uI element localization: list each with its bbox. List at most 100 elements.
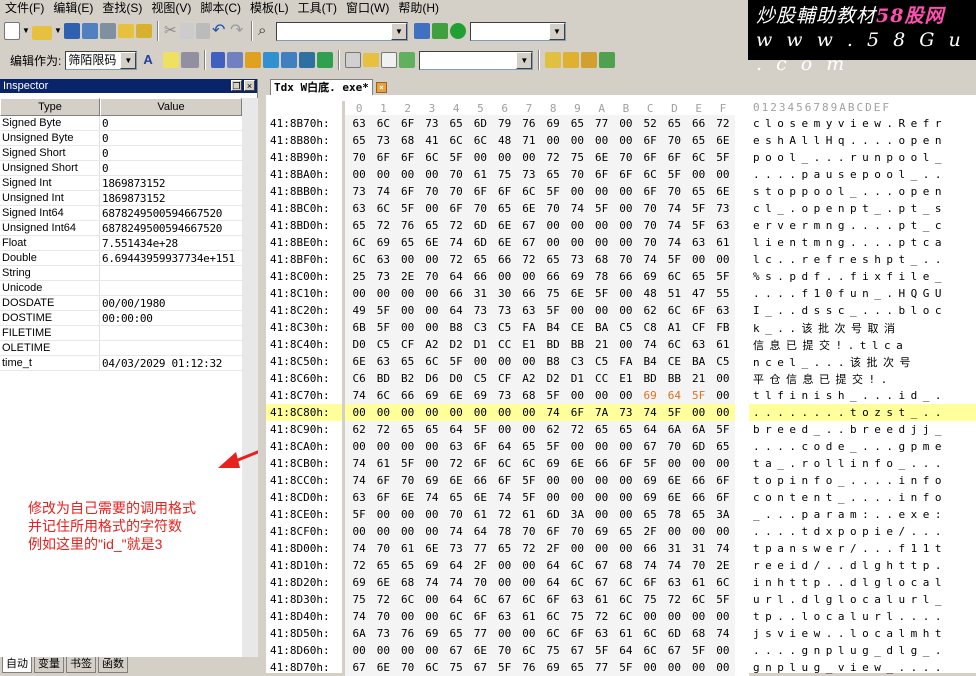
hex-byte[interactable]: 49 bbox=[347, 304, 371, 317]
hex-byte[interactable]: 48 bbox=[638, 287, 662, 300]
hex-byte[interactable]: 72 bbox=[565, 423, 589, 436]
hex-byte[interactable]: 65 bbox=[396, 423, 420, 436]
hex-byte[interactable]: 61 bbox=[517, 610, 541, 623]
hex-byte[interactable]: 65 bbox=[687, 508, 711, 521]
hex-byte[interactable]: 00 bbox=[662, 610, 686, 623]
hex-byte[interactable]: 70 bbox=[687, 559, 711, 572]
hex-byte[interactable]: 65 bbox=[662, 117, 686, 130]
hex-byte[interactable]: BD bbox=[638, 372, 662, 385]
hex-byte[interactable]: 66 bbox=[517, 287, 541, 300]
hex-byte[interactable]: 6F bbox=[371, 491, 395, 504]
hex-bytes[interactable]: 00 00 00 00 63 6F 64 65 5F 00 00 00 67 70 6D 65 bbox=[345, 438, 735, 455]
hex-byte[interactable]: 5F bbox=[711, 423, 735, 436]
hex-byte[interactable]: 5F bbox=[371, 304, 395, 317]
hex-byte[interactable]: CF bbox=[687, 321, 711, 334]
hex-byte[interactable]: 70 bbox=[420, 270, 444, 283]
hex-byte[interactable]: 00 bbox=[590, 219, 614, 232]
hex-byte[interactable]: 6E bbox=[371, 576, 395, 589]
hex-byte[interactable]: 00 bbox=[565, 474, 589, 487]
document-tab[interactable]: Tdx W白底. exe* bbox=[270, 79, 373, 95]
hex-bytes[interactable]: 74 6C 66 69 6E 69 73 68 5F 00 00 00 69 64 5F 00 bbox=[345, 387, 735, 404]
hex-byte[interactable]: C6 bbox=[347, 372, 371, 385]
hex-byte[interactable]: 75 bbox=[638, 593, 662, 606]
hex-byte[interactable]: FA bbox=[517, 321, 541, 334]
hex-byte[interactable]: 67 bbox=[590, 576, 614, 589]
hex-byte[interactable]: 72 bbox=[347, 559, 371, 572]
hex-byte[interactable]: 6E bbox=[347, 355, 371, 368]
hex-byte[interactable]: 5F bbox=[347, 508, 371, 521]
hex-byte[interactable]: 65 bbox=[420, 219, 444, 232]
hex-byte[interactable]: 67 bbox=[565, 644, 589, 657]
hex-byte[interactable]: 00 bbox=[517, 576, 541, 589]
hex-byte[interactable]: 65 bbox=[396, 559, 420, 572]
hex-byte[interactable]: 6C bbox=[517, 185, 541, 198]
hex-ascii[interactable]: tlfinish_...id_. bbox=[749, 389, 976, 402]
hex-byte[interactable]: 70 bbox=[638, 202, 662, 215]
hex-byte[interactable]: 6F bbox=[638, 134, 662, 147]
hex-ascii[interactable]: content_....info bbox=[749, 491, 976, 504]
hex-byte[interactable]: 6B bbox=[347, 321, 371, 334]
hex-ascii[interactable]: inhttp..dlglocal bbox=[749, 576, 976, 589]
hex-byte[interactable]: 2E bbox=[711, 559, 735, 572]
hex-byte[interactable]: 66 bbox=[468, 474, 492, 487]
hex-byte[interactable]: 64 bbox=[541, 576, 565, 589]
hex-byte[interactable]: 00 bbox=[396, 321, 420, 334]
hex-byte[interactable]: 6C bbox=[662, 304, 686, 317]
hex-byte[interactable]: 67 bbox=[347, 661, 371, 674]
hex-byte[interactable]: 69 bbox=[420, 627, 444, 640]
hex-byte[interactable]: 75 bbox=[541, 287, 565, 300]
hex-byte[interactable]: 6C bbox=[444, 134, 468, 147]
hex-byte[interactable]: 70 bbox=[565, 168, 589, 181]
hex-byte[interactable]: 6C bbox=[541, 610, 565, 623]
hex-byte[interactable]: 00 bbox=[371, 644, 395, 657]
hex-byte[interactable]: C5 bbox=[493, 321, 517, 334]
hex-byte[interactable]: 6F bbox=[711, 474, 735, 487]
hex-byte[interactable]: D1 bbox=[468, 338, 492, 351]
hex-ascii[interactable]: %s.pdf..fixfile_ bbox=[749, 270, 976, 283]
hex-byte[interactable]: 5F bbox=[662, 406, 686, 419]
hex-ascii[interactable]: tp..localurl.... bbox=[749, 610, 976, 623]
hex-byte[interactable]: 6E bbox=[371, 661, 395, 674]
hex-byte[interactable]: 6A bbox=[662, 423, 686, 436]
hex-byte[interactable]: 00 bbox=[420, 440, 444, 453]
hex-byte[interactable]: 70 bbox=[565, 525, 589, 538]
hex-byte[interactable]: 75 bbox=[565, 151, 589, 164]
hex-byte[interactable]: 65 bbox=[493, 542, 517, 555]
hex-byte[interactable]: 6F bbox=[468, 457, 492, 470]
hex-byte[interactable]: 67 bbox=[468, 661, 492, 674]
hex-byte[interactable]: 63 bbox=[687, 338, 711, 351]
hex-byte[interactable]: 00 bbox=[614, 287, 638, 300]
hex-byte[interactable]: 70 bbox=[396, 661, 420, 674]
hex-byte[interactable]: 63 bbox=[711, 304, 735, 317]
hex-byte[interactable]: 6A bbox=[687, 423, 711, 436]
hex-byte[interactable]: 00 bbox=[493, 627, 517, 640]
hex-byte[interactable]: 64 bbox=[444, 423, 468, 436]
hex-byte[interactable]: 5F bbox=[396, 202, 420, 215]
hex-byte[interactable]: 00 bbox=[711, 406, 735, 419]
hex-byte[interactable]: CE bbox=[662, 355, 686, 368]
hex-byte[interactable]: 6F bbox=[565, 406, 589, 419]
hex-byte[interactable]: 65 bbox=[541, 253, 565, 266]
hex-ascii[interactable]: 信息已提交!.tlca bbox=[749, 337, 976, 353]
hex-byte[interactable]: 66 bbox=[614, 270, 638, 283]
hex-byte[interactable]: 73 bbox=[371, 627, 395, 640]
hex-byte[interactable]: 64 bbox=[493, 440, 517, 453]
hex-byte[interactable]: 73 bbox=[565, 253, 589, 266]
hex-byte[interactable]: 5F bbox=[687, 202, 711, 215]
hex-byte[interactable]: 6D bbox=[687, 440, 711, 453]
hex-byte[interactable]: BD bbox=[541, 338, 565, 351]
hex-bytes[interactable]: 65 73 68 41 6C 6C 48 71 00 00 00 00 6F 70 65 6E bbox=[345, 132, 735, 149]
hex-byte[interactable]: 68 bbox=[396, 576, 420, 589]
hex-ascii[interactable]: url.dlglocalurl_ bbox=[749, 593, 976, 606]
hex-byte[interactable]: B2 bbox=[396, 372, 420, 385]
hex-byte[interactable]: 00 bbox=[420, 593, 444, 606]
hex-byte[interactable]: 6C bbox=[541, 627, 565, 640]
hex-byte[interactable]: 73 bbox=[493, 389, 517, 402]
hex-byte[interactable]: 6F bbox=[614, 168, 638, 181]
hex-byte[interactable]: 76 bbox=[396, 627, 420, 640]
hex-bytes[interactable]: 00 00 00 00 74 64 78 70 6F 70 69 65 2F 00 00 00 bbox=[345, 523, 735, 540]
hex-byte[interactable]: 64 bbox=[444, 304, 468, 317]
hex-byte[interactable]: 70 bbox=[541, 202, 565, 215]
hex-byte[interactable]: 70 bbox=[638, 236, 662, 249]
hex-byte[interactable]: 66 bbox=[396, 389, 420, 402]
